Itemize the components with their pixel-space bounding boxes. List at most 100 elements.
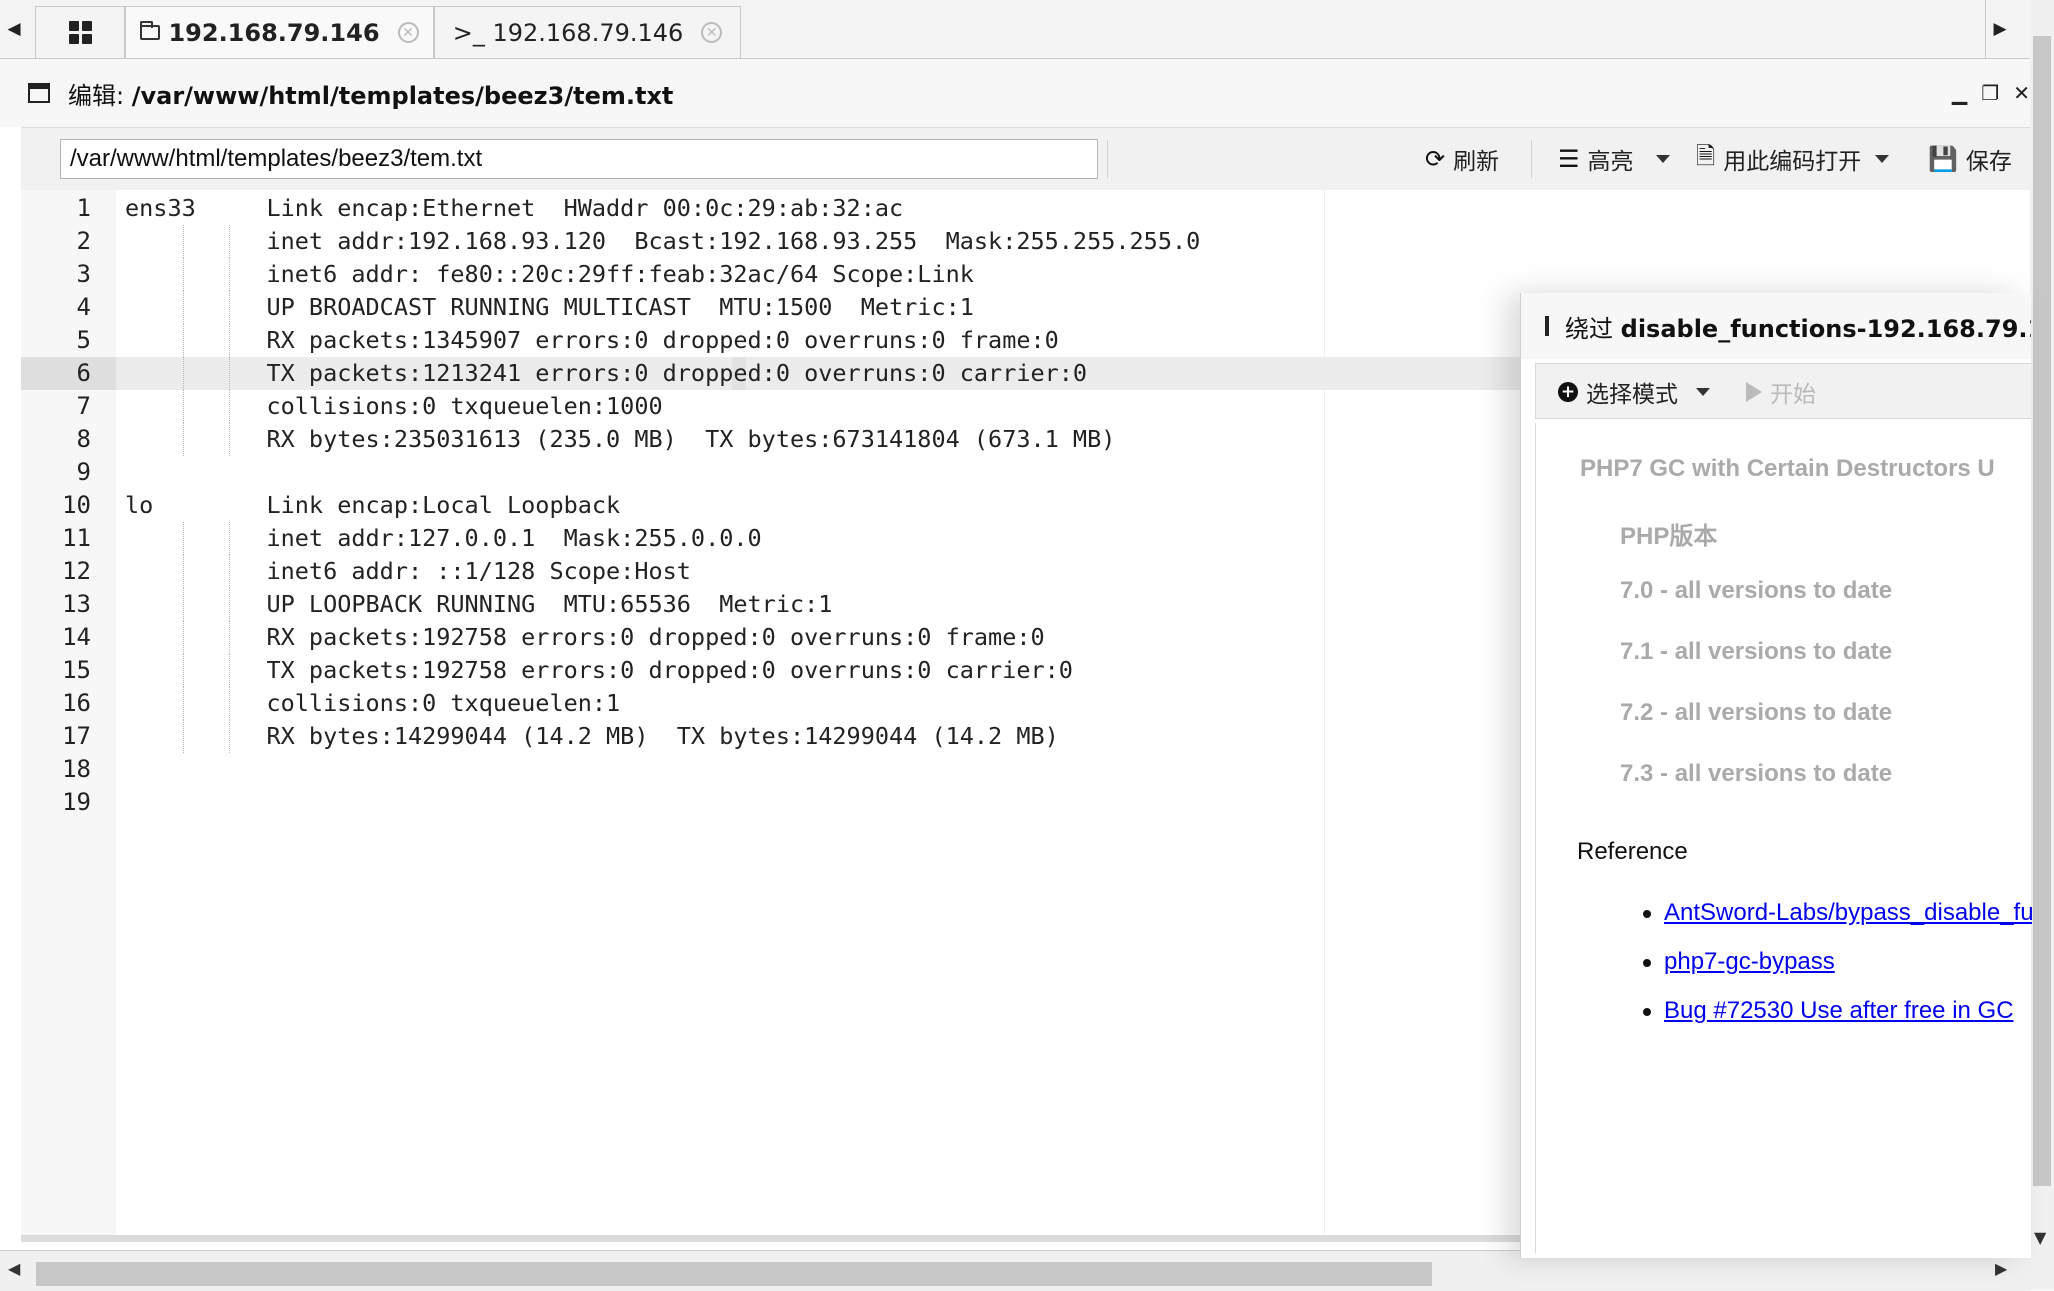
restore-icon[interactable]: ❐ [1981,81,1999,105]
scroll-down-arrow-icon[interactable]: ▼ [2034,1228,2046,1247]
close-icon[interactable]: ✕ [397,22,419,43]
line-number: 17 [62,722,91,750]
refresh-button[interactable]: ⟳ 刷新 [1425,128,1499,190]
line-number: 13 [62,590,91,618]
tab-terminal[interactable]: >_ 192.168.79.146 ✕ [434,6,741,58]
reference-link[interactable]: php7-gc-bypass [1664,948,1835,976]
list-bullet [1643,1008,1651,1016]
code-line: 2 inet addr:192.168.93.120 Bcast:192.168… [21,225,2030,258]
tab-scroll-right-button[interactable]: ▶ [1985,0,2014,58]
list-bullet [1643,959,1651,967]
select-mode-dropdown[interactable]: + 选择模式 [1558,364,1710,420]
editor-toolbar: ⟳ 刷新 ☰ 高亮 🗎 用此编码打开 💾 保存 [21,127,2030,191]
scroll-right-arrow-icon[interactable]: ▶ [1995,1259,2007,1278]
window-title: 编辑: /var/www/html/templates/beez3/tem.tx… [68,76,673,111]
line-text: RX bytes:235031613 (235.0 MB) TX bytes:6… [125,425,1116,453]
floppy-icon: 💾 [1928,145,1958,173]
chevron-down-icon [1655,155,1670,163]
panel-titlebar[interactable]: 绕过 disable_functions-192.168.79.1 [1521,293,2031,359]
tab-label: >_ 192.168.79.146 [452,18,684,47]
refresh-icon: ⟳ [1425,145,1446,173]
window-icon [28,83,50,103]
play-icon [1746,382,1762,402]
highlight-dropdown[interactable]: ☰ 高亮 [1558,128,1670,190]
line-number: 10 [62,491,91,519]
start-label: 开始 [1770,382,1816,408]
list-icon: ☰ [1558,145,1580,173]
line-text: collisions:0 txqueuelen:1000 [125,392,663,420]
line-number: 1 [76,194,91,222]
grid-icon [68,21,92,44]
version-item: 7.0 - all versions to date [1620,577,1893,604]
path-input[interactable] [60,139,1098,179]
panel-title-bold: disable_functions-192.168.79.1 [1620,314,2031,343]
tab-file-manager[interactable]: 192.168.79.146 ✕ [125,6,434,58]
reference-link[interactable]: Bug #72530 Use after free in GC [1664,997,2014,1025]
bypass-disable-functions-panel: 绕过 disable_functions-192.168.79.1 + 选择模式… [1520,293,2032,1258]
line-number: 9 [76,458,91,486]
line-number: 6 [21,357,116,390]
tab-home[interactable] [35,6,125,58]
line-number: 3 [76,260,91,288]
line-text: inet addr:127.0.0.1 Mask:255.0.0.0 [125,524,762,552]
panel-content: PHP7 GC with Certain Destructors U PHP版本… [1535,423,2032,1253]
line-number: 18 [62,755,91,783]
save-label: 保存 [1965,149,2012,175]
tab-scroll-left-button[interactable]: ◀ [0,0,28,58]
line-number: 11 [62,524,91,552]
panel-title-prefix: 绕过 [1565,314,1621,343]
close-icon[interactable]: ✕ [701,22,723,43]
line-text: lo Link encap:Local Loopback [125,491,621,519]
folder-icon [140,21,161,40]
line-text: TX packets:192758 errors:0 dropped:0 ove… [125,656,1073,684]
chevron-down-icon [1875,155,1890,163]
chevron-down-icon [1696,388,1710,396]
scrollbar-thumb[interactable] [2033,36,2051,1186]
line-number: 15 [62,656,91,684]
line-text: collisions:0 txqueuelen:1 [125,689,621,717]
plus-circle-icon: + [1558,382,1578,402]
line-number: 4 [76,293,91,321]
scroll-left-arrow-icon[interactable]: ◀ [8,1259,20,1278]
code-line: 1 ens33 Link encap:Ethernet HWaddr 00:0c:… [21,192,2030,225]
encoding-dropdown[interactable]: 🗎 用此编码打开 [1696,128,1890,190]
line-text: TX packets:1213241 errors:0 dropped:0 ov… [125,359,1088,387]
line-number: 8 [76,425,91,453]
list-bullet [1643,910,1651,918]
save-button[interactable]: 💾 保存 [1928,128,2012,190]
line-number: 2 [76,227,91,255]
editor-horizontal-scrollbar[interactable] [21,1235,1771,1242]
toolbar-divider [1531,140,1532,178]
editor-window-titlebar: 编辑: /var/www/html/templates/beez3/tem.tx… [0,59,2030,127]
line-text: inet addr:192.168.93.120 Bcast:192.168.9… [125,227,1201,255]
line-number: 14 [62,623,91,651]
minimize-icon[interactable]: ▁ [1952,81,1967,105]
line-text: inet6 addr: fe80::20c:29ff:feab:32ac/64 … [125,260,974,288]
title-path: /var/www/html/templates/beez3/tem.txt [131,81,674,110]
refresh-label: 刷新 [1453,149,1500,175]
tab-label: 192.168.79.146 [168,18,380,47]
line-text: ens33 Link encap:Ethernet HWaddr 00:0c:2… [125,194,904,222]
vertical-scrollbar[interactable]: ▼ [2030,0,2054,1290]
window-icon [1545,316,1549,336]
line-number: 5 [76,326,91,354]
toolbar-divider [1107,140,1108,178]
line-number: 16 [62,689,91,717]
close-window-icon[interactable]: ✕ [2013,81,2030,105]
version-item: 7.1 - all versions to date [1620,638,1893,665]
line-number: 19 [62,788,91,816]
encoding-label: 用此编码打开 [1723,149,1862,175]
select-mode-label: 选择模式 [1586,382,1678,408]
exploit-heading: PHP7 GC with Certain Destructors U [1580,455,1995,482]
scrollbar-thumb[interactable] [36,1262,1432,1286]
code-line: 3 inet6 addr: fe80::20c:29ff:feab:32ac/6… [21,258,2030,291]
translate-icon: 🗎 [1696,141,1716,170]
highlight-label: 高亮 [1587,149,1634,175]
version-item: 7.2 - all versions to date [1620,699,1893,726]
start-button[interactable]: 开始 [1746,364,1816,420]
reference-link[interactable]: AntSword-Labs/bypass_disable_fu [1664,899,2032,927]
panel-title: 绕过 disable_functions-192.168.79.1 [1565,309,2031,344]
line-text: RX bytes:14299044 (14.2 MB) TX bytes:142… [125,722,1059,750]
title-prefix: 编辑: [68,81,132,110]
php-version-label: PHP版本 [1620,523,1718,550]
